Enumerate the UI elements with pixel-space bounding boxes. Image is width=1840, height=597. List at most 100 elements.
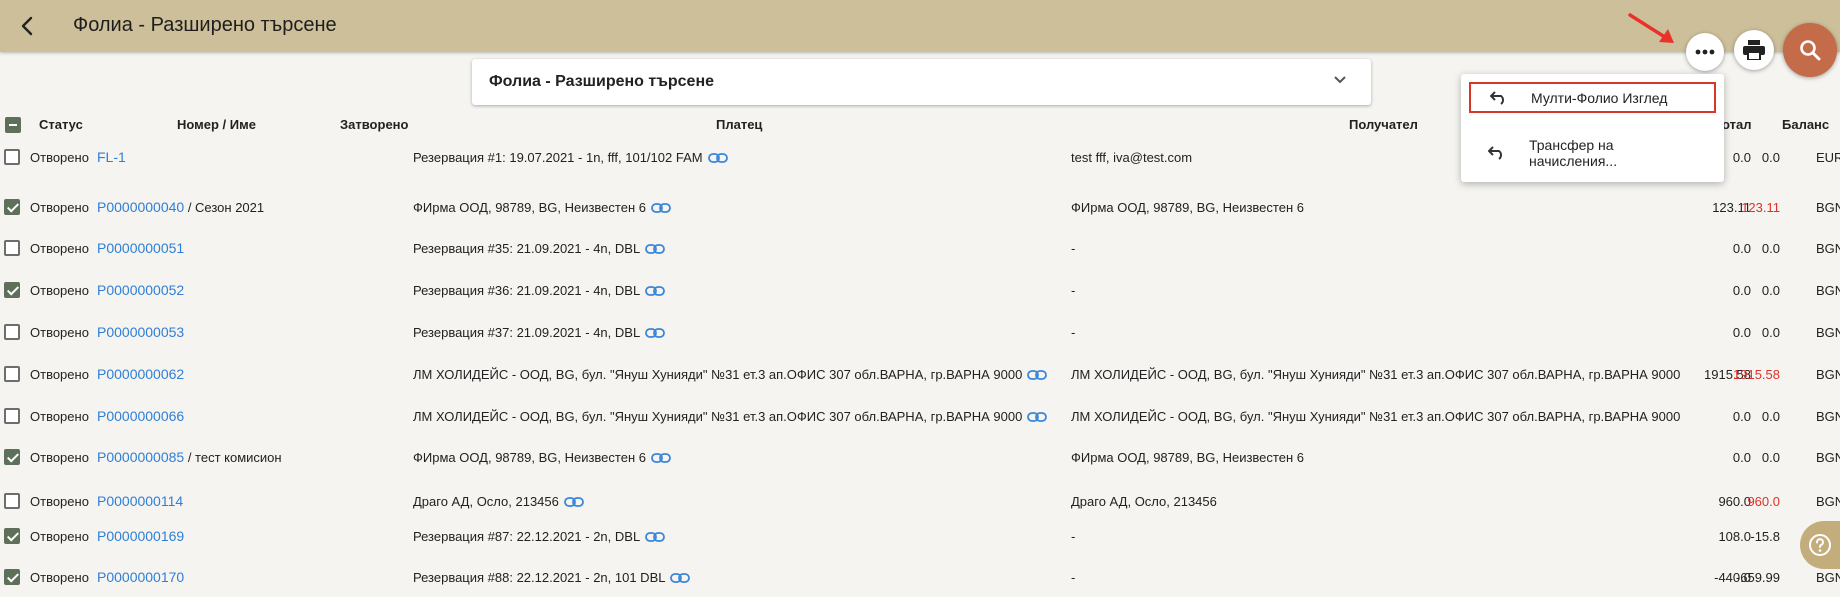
number-cell: P0000000053: [97, 324, 184, 340]
payer-text: Резервация #88: 22.12.2021 - 2n, 101 DBL: [413, 570, 666, 585]
status-cell: Отворено: [30, 283, 89, 298]
menu-item-label: Мулти-Фолио Изглед: [1531, 90, 1668, 106]
row-checkbox[interactable]: [4, 199, 20, 215]
col-number[interactable]: Номер / Име: [177, 117, 256, 132]
table-row[interactable]: Отворено P0000000051 Резервация #35: 21.…: [0, 228, 1840, 268]
status-cell: Отворено: [30, 494, 89, 509]
total-cell: 960.0: [1718, 494, 1751, 509]
table-row[interactable]: Отворено P0000000085 / тест комисион ФИр…: [0, 437, 1840, 477]
table-row[interactable]: Отворено P0000000053 Резервация #37: 21.…: [0, 312, 1840, 352]
col-recipient[interactable]: Получател: [1349, 117, 1418, 132]
link-icon[interactable]: [1027, 368, 1048, 383]
link-icon[interactable]: [645, 326, 666, 341]
folio-link[interactable]: P0000000114: [97, 493, 183, 509]
currency-cell: BGN: [1816, 283, 1840, 298]
number-cell: FL-1: [97, 149, 126, 165]
undo-icon: [1488, 146, 1502, 160]
currency-cell: BGN: [1816, 241, 1840, 256]
table-row[interactable]: Отворено P0000000114 Драго АД, Осло, 213…: [0, 481, 1840, 521]
col-status[interactable]: Статус: [39, 117, 83, 132]
more-button[interactable]: [1686, 33, 1724, 71]
balance-cell: -15.8: [1750, 529, 1780, 544]
payer-text: Драго АД, Осло, 213456: [413, 494, 559, 509]
balance-cell: 960.0: [1747, 494, 1780, 509]
folio-link[interactable]: P0000000170: [97, 569, 184, 585]
table-row[interactable]: Отворено P0000000170 Резервация #88: 22.…: [0, 557, 1840, 597]
folio-link[interactable]: P0000000169: [97, 528, 184, 544]
folio-link[interactable]: P0000000051: [97, 240, 184, 256]
row-checkbox[interactable]: [4, 408, 20, 424]
col-payer[interactable]: Платец: [716, 117, 762, 132]
payer-text: Резервация #1: 19.07.2021 - 1n, fff, 101…: [413, 150, 703, 165]
undo-icon: [1490, 91, 1504, 105]
help-button[interactable]: [1800, 521, 1840, 569]
number-cell: P0000000170: [97, 569, 184, 585]
link-icon[interactable]: [651, 451, 671, 466]
payer-cell: ФИрма ООД, 98789, BG, Неизвестен 6: [413, 450, 671, 466]
menu-item-transfer-charges[interactable]: Трансфер на начисления...: [1469, 136, 1716, 172]
currency-cell: EUR: [1816, 150, 1840, 165]
folio-link[interactable]: P0000000062: [97, 366, 184, 382]
folio-link[interactable]: P0000000040: [97, 199, 184, 215]
table-row[interactable]: Отворено P0000000062 ЛМ ХОЛИДЕЙС - ООД, …: [0, 354, 1840, 394]
row-checkbox[interactable]: [4, 449, 20, 465]
number-cell: P0000000114: [97, 493, 183, 509]
payer-cell: Резервация #88: 22.12.2021 - 2n, 101 DBL: [413, 570, 691, 586]
print-icon: [1743, 40, 1765, 60]
link-icon[interactable]: [670, 571, 691, 586]
folio-link[interactable]: P0000000085: [97, 449, 184, 465]
row-checkbox[interactable]: [4, 493, 20, 509]
link-icon[interactable]: [1027, 410, 1048, 425]
table-row[interactable]: Отворено P0000000066 ЛМ ХОЛИДЕЙС - ООД, …: [0, 396, 1840, 436]
back-button[interactable]: [14, 12, 42, 40]
row-checkbox[interactable]: [4, 366, 20, 382]
search-button[interactable]: [1783, 23, 1837, 77]
row-checkbox[interactable]: [4, 149, 20, 165]
col-total[interactable]: отал: [1722, 117, 1751, 132]
link-icon[interactable]: [707, 151, 728, 166]
folio-link[interactable]: P0000000052: [97, 282, 184, 298]
menu-item-multi-folio[interactable]: Мулти-Фолио Изглед: [1469, 82, 1716, 113]
select-all-checkbox[interactable]: [5, 117, 21, 133]
table-row[interactable]: Отворено P0000000052 Резервация #36: 21.…: [0, 270, 1840, 310]
search-panel-toggle[interactable]: Фолиа - Разширено търсене: [472, 59, 1371, 105]
payer-text: ФИрма ООД, 98789, BG, Неизвестен 6: [413, 200, 646, 215]
payer-text: Резервация #87: 22.12.2021 - 2n, DBL: [413, 529, 641, 544]
row-checkbox[interactable]: [4, 528, 20, 544]
folio-link[interactable]: FL-1: [97, 149, 126, 165]
col-closed[interactable]: Затворено: [340, 117, 408, 132]
total-cell: 0.0: [1732, 241, 1751, 256]
link-icon[interactable]: [651, 201, 671, 216]
print-button[interactable]: [1734, 30, 1774, 70]
col-balance[interactable]: Баланс: [1782, 117, 1829, 132]
status-cell: Отворено: [30, 529, 89, 544]
total-cell: 0.0: [1732, 450, 1751, 465]
total-cell: 108.0: [1718, 529, 1751, 544]
row-checkbox[interactable]: [4, 282, 20, 298]
recipient-cell: -: [1071, 325, 1076, 340]
payer-cell: Резервация #37: 21.09.2021 - 4n, DBL: [413, 325, 666, 341]
folio-name: / Сезон 2021: [184, 200, 265, 215]
panel-title: Фолиа - Разширено търсене: [489, 73, 715, 90]
folio-link[interactable]: P0000000066: [97, 408, 184, 424]
row-checkbox[interactable]: [4, 240, 20, 256]
currency-cell: BGN: [1816, 367, 1840, 382]
currency-cell: BGN: [1816, 200, 1840, 215]
total-cell: 0.0: [1732, 325, 1751, 340]
status-cell: Отворено: [30, 409, 89, 424]
total-cell: 0.0: [1732, 409, 1751, 424]
row-checkbox[interactable]: [4, 324, 20, 340]
link-icon[interactable]: [645, 242, 666, 257]
link-icon[interactable]: [563, 495, 584, 510]
folio-link[interactable]: P0000000053: [97, 324, 184, 340]
payer-cell: Драго АД, Осло, 213456: [413, 494, 584, 510]
table-row[interactable]: Отворено P0000000040 / Сезон 2021 ФИрма …: [0, 187, 1840, 227]
link-icon[interactable]: [645, 284, 666, 299]
row-checkbox[interactable]: [4, 569, 20, 585]
back-arrow-icon: [21, 16, 33, 36]
table-row[interactable]: Отворено P0000000169 Резервация #87: 22.…: [0, 516, 1840, 556]
currency-cell: BGN: [1816, 325, 1840, 340]
number-cell: P0000000051: [97, 240, 184, 256]
balance-cell: 123.11: [1741, 200, 1780, 215]
link-icon[interactable]: [645, 530, 666, 545]
